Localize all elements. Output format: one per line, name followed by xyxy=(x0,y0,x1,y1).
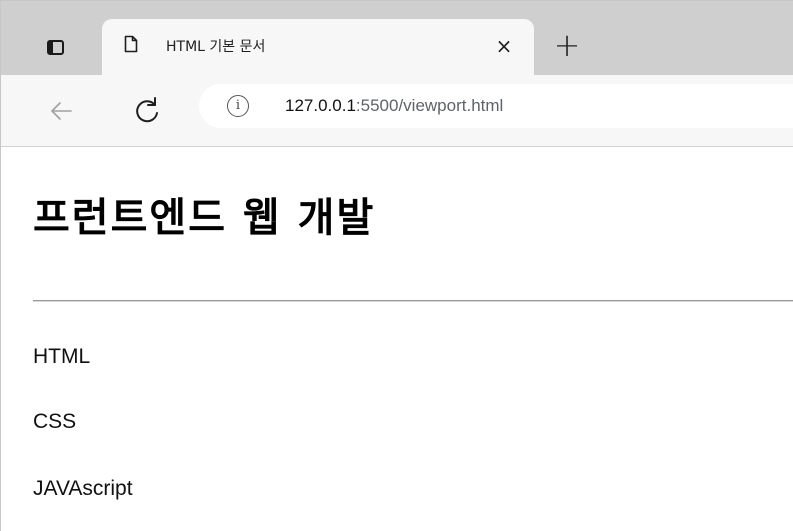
info-icon[interactable]: i xyxy=(227,95,249,117)
browser-tab[interactable]: HTML 기본 문서 × xyxy=(102,19,534,75)
reload-icon[interactable] xyxy=(127,91,167,131)
tab-strip: HTML 기본 문서 × + xyxy=(1,1,793,75)
tab-actions-button[interactable] xyxy=(35,27,75,67)
new-tab-button[interactable]: + xyxy=(549,27,585,63)
tab-actions-icon xyxy=(46,39,64,55)
back-arrow-icon[interactable] xyxy=(41,91,81,131)
tab-title: HTML 기본 문서 xyxy=(166,39,266,55)
browser-toolbar: i 127.0.0.1:5500/viewport.html xyxy=(1,75,793,147)
page-heading: 프런트엔드 웹 개발 xyxy=(33,195,376,241)
tab-close-button[interactable]: × xyxy=(489,31,519,61)
address-bar[interactable]: i 127.0.0.1:5500/viewport.html xyxy=(199,84,793,128)
list-item-javascript: JAVAscript xyxy=(33,477,133,500)
horizontal-rule xyxy=(33,300,793,302)
page-icon xyxy=(124,35,138,53)
url-host: 127.0.0.1 xyxy=(285,96,356,115)
list-item-html: HTML xyxy=(33,345,91,368)
url-text[interactable]: 127.0.0.1:5500/viewport.html xyxy=(285,84,503,128)
url-path: :5500/viewport.html xyxy=(355,96,504,115)
list-item-css: CSS xyxy=(33,410,77,433)
browser-window: HTML 기본 문서 × + i 127.0.0.1:5500/viewport… xyxy=(0,0,793,531)
